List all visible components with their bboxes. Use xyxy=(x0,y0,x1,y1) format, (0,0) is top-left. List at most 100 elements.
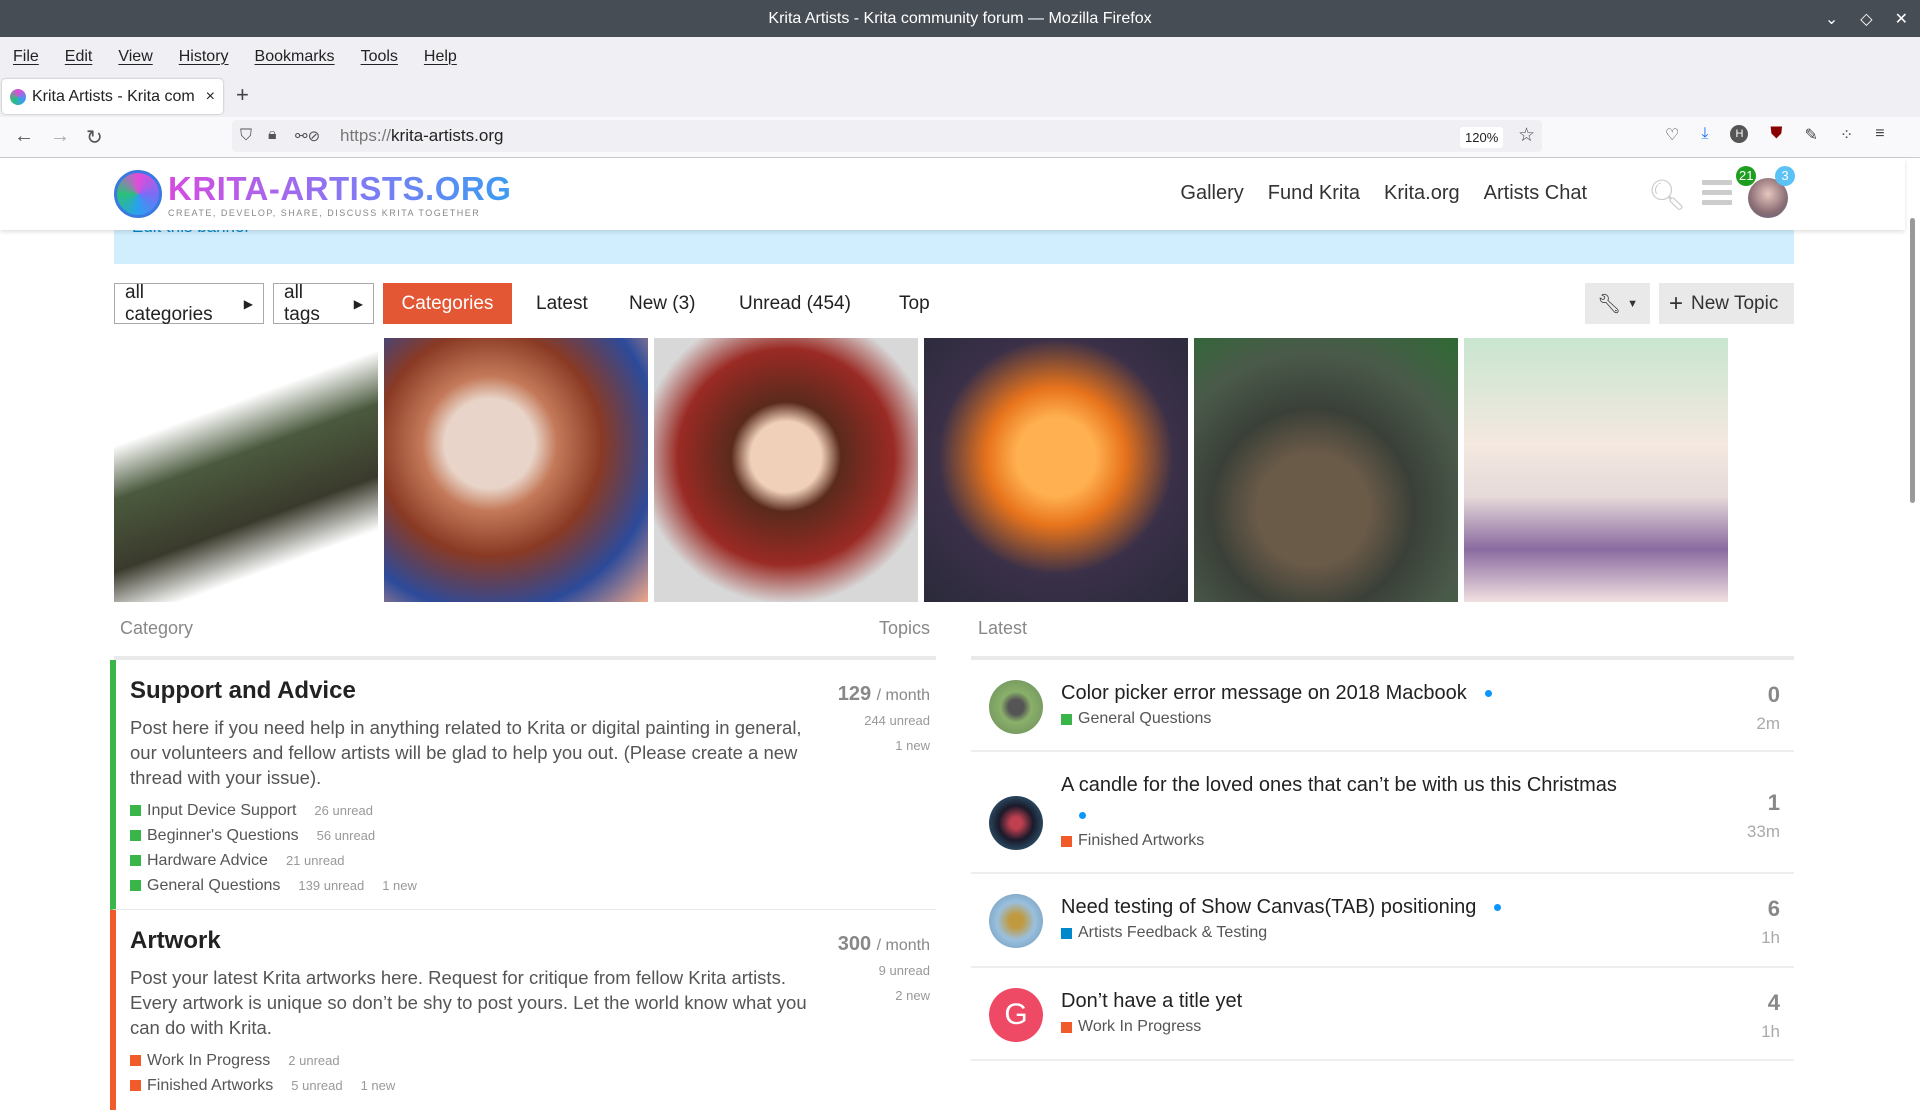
menu-edit[interactable]: Edit xyxy=(65,48,93,66)
featured-artwork-5[interactable] xyxy=(1194,338,1458,602)
tab-unread[interactable]: Unread (454) xyxy=(729,283,861,324)
subcategory-unread[interactable]: 139 unread xyxy=(298,878,364,893)
bookmark-star-icon[interactable]: ☆ xyxy=(1518,124,1535,147)
new-count[interactable]: 2 new xyxy=(838,983,930,1008)
unread-count[interactable]: 9 unread xyxy=(838,958,930,983)
subcategory-unread[interactable]: 56 unread xyxy=(317,828,376,843)
tab-new[interactable]: New (3) xyxy=(619,283,706,324)
subcategory-item[interactable]: Work In Progress 2 unread xyxy=(130,1048,936,1073)
subcategory-name[interactable]: Hardware Advice xyxy=(147,852,268,870)
close-window-button[interactable]: ✕ xyxy=(1895,9,1908,29)
featured-artwork-6[interactable] xyxy=(1464,338,1728,602)
nav-krita-org[interactable]: Krita.org xyxy=(1384,182,1460,205)
scrollbar-thumb[interactable] xyxy=(1910,218,1915,503)
subcategory-unread[interactable]: 2 unread xyxy=(288,1053,339,1068)
featured-artwork-2[interactable] xyxy=(384,338,648,602)
admin-tools-button[interactable]: 🔧︎ ▼ xyxy=(1585,283,1650,324)
reload-icon[interactable]: ↻ xyxy=(86,125,103,150)
new-tab-button[interactable]: + xyxy=(236,82,249,108)
message-badge[interactable]: 3 xyxy=(1775,166,1795,186)
topic-age[interactable]: 2m xyxy=(1756,714,1780,734)
tab-categories[interactable]: Categories xyxy=(383,283,512,324)
site-logo[interactable]: KRITA-ARTISTS.ORG CREATE, DEVELOP, SHARE… xyxy=(114,170,511,218)
author-avatar[interactable]: G xyxy=(989,988,1043,1042)
menu-file[interactable]: File xyxy=(13,48,39,66)
topic-age[interactable]: 1h xyxy=(1761,928,1780,948)
subcategory-name[interactable]: Finished Artworks xyxy=(147,1077,273,1095)
back-icon[interactable]: ← xyxy=(14,125,34,148)
nav-gallery[interactable]: Gallery xyxy=(1180,182,1243,205)
permissions-icon[interactable]: ⚯⊘ xyxy=(295,127,320,145)
zoom-level[interactable]: 120% xyxy=(1460,127,1504,148)
topic-row[interactable]: Color picker error message on 2018 Macbo… xyxy=(971,660,1794,752)
featured-artwork-3[interactable] xyxy=(654,338,918,602)
subcategory-unread[interactable]: 26 unread xyxy=(314,803,373,818)
topic-title[interactable]: A candle for the loved ones that can’t b… xyxy=(1061,774,1617,796)
author-avatar[interactable] xyxy=(989,796,1043,850)
topic-row[interactable]: A candle for the loved ones that can’t b… xyxy=(971,752,1794,874)
topic-category[interactable]: Artists Feedback & Testing xyxy=(1078,924,1267,942)
app-menu-icon[interactable]: ≡ xyxy=(1875,125,1884,145)
tab-close-icon[interactable]: × xyxy=(206,88,215,106)
unread-count[interactable]: 244 unread xyxy=(838,708,930,733)
subcategory-new[interactable]: 1 new xyxy=(361,1078,396,1093)
category-artwork[interactable]: Artwork Post your latest Krita artworks … xyxy=(110,910,936,1110)
topic-title[interactable]: Color picker error message on 2018 Macbo… xyxy=(1061,682,1467,704)
topic-age[interactable]: 33m xyxy=(1747,822,1780,842)
search-icon[interactable]: 🔍︎ xyxy=(1648,178,1686,213)
topic-row[interactable]: G Don’t have a title yet Work In Progres… xyxy=(971,968,1794,1061)
topic-row[interactable]: Need testing of Show Canvas(TAB) positio… xyxy=(971,874,1794,968)
new-count[interactable]: 1 new xyxy=(838,733,930,758)
featured-artwork-4[interactable] xyxy=(924,338,1188,602)
pocket-icon[interactable]: ♡ xyxy=(1665,125,1679,145)
maximize-button[interactable]: ◇ xyxy=(1860,9,1872,29)
subcategory-name[interactable]: General Questions xyxy=(147,877,280,895)
topic-title[interactable]: Don’t have a title yet xyxy=(1061,990,1242,1012)
topic-age[interactable]: 1h xyxy=(1761,1022,1780,1042)
tags-dropdown[interactable]: all tags ▶ xyxy=(273,282,374,325)
topic-title[interactable]: Need testing of Show Canvas(TAB) positio… xyxy=(1061,896,1476,918)
nav-fund-krita[interactable]: Fund Krita xyxy=(1268,182,1360,205)
menu-tools[interactable]: Tools xyxy=(361,48,398,66)
author-avatar[interactable] xyxy=(989,894,1043,948)
subcategory-name[interactable]: Input Device Support xyxy=(147,802,296,820)
topic-category[interactable]: General Questions xyxy=(1078,710,1211,728)
extension-h-icon[interactable]: H xyxy=(1730,125,1749,143)
subcategory-item[interactable]: Hardware Advice 21 unread xyxy=(130,848,936,873)
extensions-puzzle-icon[interactable]: ⁘ xyxy=(1840,125,1853,145)
lock-icon[interactable]: 🔒︎ xyxy=(268,126,277,144)
subcategory-unread[interactable]: 21 unread xyxy=(286,853,345,868)
new-topic-button[interactable]: + New Topic xyxy=(1659,283,1794,324)
minimize-button[interactable]: ⌄ xyxy=(1825,9,1838,29)
tab-latest[interactable]: Latest xyxy=(526,283,598,324)
menu-bookmarks[interactable]: Bookmarks xyxy=(255,48,335,66)
category-title[interactable]: Support and Advice xyxy=(130,677,936,705)
subcategory-item[interactable]: Finished Artworks 5 unread 1 new xyxy=(130,1073,936,1098)
menu-view[interactable]: View xyxy=(118,48,152,66)
featured-artwork-1[interactable] xyxy=(114,338,378,602)
shield-icon[interactable]: ⛉ xyxy=(240,127,252,145)
url-text[interactable]: https://krita-artists.org xyxy=(340,126,503,146)
nav-artists-chat[interactable]: Artists Chat xyxy=(1484,182,1587,205)
subcategory-item[interactable]: Beginner's Questions 56 unread xyxy=(130,823,936,848)
download-icon[interactable]: ⤓ xyxy=(1701,125,1708,145)
topic-category[interactable]: Finished Artworks xyxy=(1078,832,1204,850)
forward-icon[interactable]: → xyxy=(50,125,70,148)
extension-badger-icon[interactable]: ✎ xyxy=(1804,125,1817,145)
subcategory-name[interactable]: Beginner's Questions xyxy=(147,827,299,845)
ublock-icon[interactable]: ⛊ xyxy=(1770,125,1782,145)
menu-history[interactable]: History xyxy=(179,48,229,66)
topic-category[interactable]: Work In Progress xyxy=(1078,1018,1201,1036)
author-avatar[interactable] xyxy=(989,680,1043,734)
subcategory-unread[interactable]: 5 unread xyxy=(291,1078,342,1093)
subcategory-item[interactable]: Input Device Support 26 unread xyxy=(130,798,936,823)
subcategory-new[interactable]: 1 new xyxy=(382,878,417,893)
subcategory-name[interactable]: Work In Progress xyxy=(147,1052,270,1070)
hamburger-menu-icon[interactable] xyxy=(1702,180,1732,210)
category-dropdown[interactable]: all categories ▶ xyxy=(114,282,264,325)
tab-top[interactable]: Top xyxy=(889,283,940,324)
category-title[interactable]: Artwork xyxy=(130,927,936,955)
subcategory-item[interactable]: General Questions 139 unread 1 new xyxy=(130,873,936,898)
menu-help[interactable]: Help xyxy=(424,48,457,66)
category-support-and-advice[interactable]: Support and Advice Post here if you need… xyxy=(110,660,936,910)
